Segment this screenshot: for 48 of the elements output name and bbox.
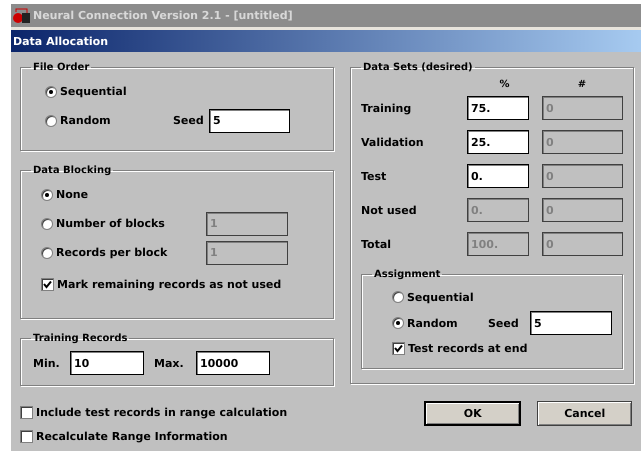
checkbox[interactable]: Test records at end: [392, 342, 528, 354]
group-title: Training Records: [32, 333, 128, 344]
min-label: Min.: [33, 356, 61, 370]
checkbox-icon[interactable]: [41, 278, 54, 290]
input-field[interactable]: 25.: [467, 130, 529, 154]
row-label: Training: [361, 102, 412, 114]
input-field[interactable]: 10000: [196, 351, 270, 375]
checkbox[interactable]: Recalculate Range Information: [20, 430, 228, 442]
checkbox[interactable]: Mark remaining records as not used: [41, 278, 282, 290]
input-field[interactable]: 5: [209, 108, 290, 132]
seed-label: Seed: [488, 316, 520, 330]
group-title: Data Sets (desired): [362, 62, 474, 73]
radio-button[interactable]: Sequential: [45, 85, 127, 98]
checkbox-icon[interactable]: [20, 430, 33, 442]
max-label: Max.: [154, 356, 185, 370]
seed-label: Seed: [173, 114, 205, 127]
group-title: Data Blocking: [32, 165, 112, 176]
radio-button[interactable]: Random: [392, 316, 488, 330]
checkmark-icon: [43, 280, 52, 288]
cancel-button[interactable]: Cancel: [537, 400, 632, 426]
row-label: Test: [361, 170, 388, 182]
radio-icon[interactable]: [41, 188, 53, 200]
checkbox[interactable]: Include test records in range calculation: [20, 406, 288, 418]
radio-icon[interactable]: [392, 291, 404, 303]
app-logo-icon: [13, 8, 31, 24]
group-title: File Order: [32, 62, 90, 73]
dialog-title: Data Allocation: [13, 34, 108, 48]
input-field[interactable]: 10: [70, 351, 144, 375]
radio-button[interactable]: Random: [45, 114, 173, 127]
row-label: Total: [361, 238, 392, 250]
radio-icon[interactable]: [45, 114, 57, 126]
radio-icon[interactable]: [392, 317, 404, 329]
checkmark-icon: [394, 344, 403, 352]
column-header: #: [576, 78, 588, 90]
input-field[interactable]: 5: [530, 311, 612, 335]
radio-button[interactable]: None: [41, 188, 206, 201]
checkbox-icon[interactable]: [392, 342, 405, 354]
input-field[interactable]: 0.: [467, 164, 529, 188]
checkbox-icon[interactable]: [20, 406, 33, 418]
row-label: Validation: [361, 136, 425, 148]
ok-button[interactable]: OK: [424, 400, 522, 426]
radio-button[interactable]: Sequential: [392, 290, 474, 304]
group-title: Assignment: [373, 269, 442, 280]
input-field[interactable]: 75.: [467, 96, 529, 120]
column-header: %: [498, 78, 511, 90]
window-title: Neural Connection Version 2.1 - [untitled]: [33, 9, 293, 22]
radio-icon[interactable]: [45, 86, 57, 98]
row-label: Not used: [361, 204, 418, 216]
